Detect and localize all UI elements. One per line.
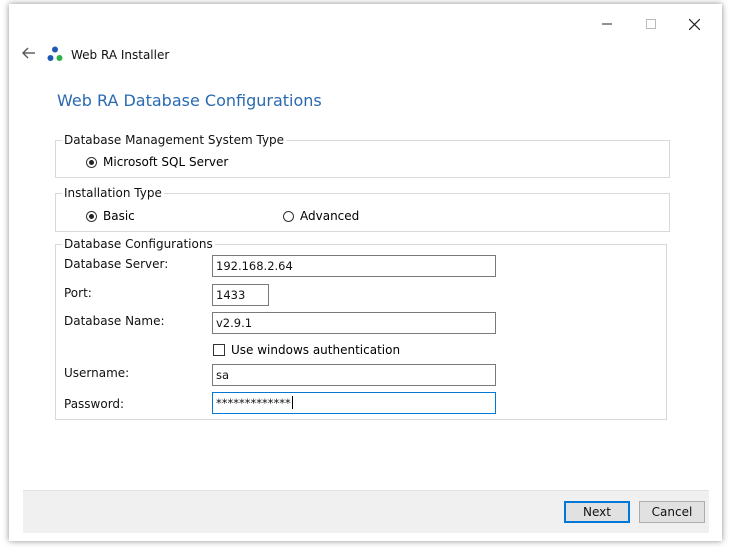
installation-type-group-label: Installation Type xyxy=(62,185,164,201)
radio-microsoft-sql-server[interactable]: Microsoft SQL Server xyxy=(86,155,228,169)
database-name-label: Database Name: xyxy=(64,314,165,328)
back-button[interactable] xyxy=(22,46,38,62)
database-name-input[interactable] xyxy=(212,312,496,334)
close-button[interactable] xyxy=(679,12,709,36)
minimize-icon xyxy=(602,23,612,25)
username-label: Username: xyxy=(64,366,130,380)
radio-label: Basic xyxy=(103,209,135,223)
radio-label: Microsoft SQL Server xyxy=(103,155,229,169)
minimize-button[interactable] xyxy=(592,12,622,36)
dbms-type-group: Database Management System Type Microsof… xyxy=(55,132,670,178)
radio-selected-icon xyxy=(86,156,97,168)
app-name: Web RA Installer xyxy=(71,48,170,62)
maximize-icon xyxy=(646,19,656,29)
checkbox-label: Use windows authentication xyxy=(231,343,401,357)
database-server-label: Database Server: xyxy=(64,257,169,271)
text-caret xyxy=(291,396,293,409)
port-label: Port: xyxy=(64,286,92,300)
radio-advanced[interactable]: Advanced xyxy=(283,209,359,223)
radio-unselected-icon xyxy=(283,210,294,222)
dbms-type-group-label: Database Management System Type xyxy=(62,132,287,148)
password-label: Password: xyxy=(64,397,125,411)
database-configurations-group-label: Database Configurations xyxy=(62,236,215,252)
radio-selected-icon xyxy=(86,210,97,222)
password-masked-value: ************* xyxy=(216,396,291,410)
windows-authentication-checkbox[interactable]: Use windows authentication xyxy=(213,343,400,357)
maximize-button[interactable] xyxy=(636,12,666,36)
checkbox-unchecked-icon xyxy=(213,344,225,356)
app-logo-icon xyxy=(47,46,63,62)
radio-basic[interactable]: Basic xyxy=(86,209,135,223)
page-title: Web RA Database Configurations xyxy=(57,91,322,110)
password-input[interactable]: ************* xyxy=(212,392,496,414)
username-input[interactable] xyxy=(212,364,496,386)
next-button[interactable]: Next xyxy=(564,501,630,523)
close-icon xyxy=(688,18,700,30)
database-server-input[interactable] xyxy=(212,255,496,277)
installation-type-group: Installation Type Basic Advanced xyxy=(55,185,670,232)
radio-label: Advanced xyxy=(300,209,360,223)
back-arrow-icon xyxy=(22,47,35,59)
installer-window: Web RA Installer Web RA Database Configu… xyxy=(9,4,722,541)
port-input[interactable] xyxy=(212,284,269,306)
cancel-button[interactable]: Cancel xyxy=(639,501,705,523)
